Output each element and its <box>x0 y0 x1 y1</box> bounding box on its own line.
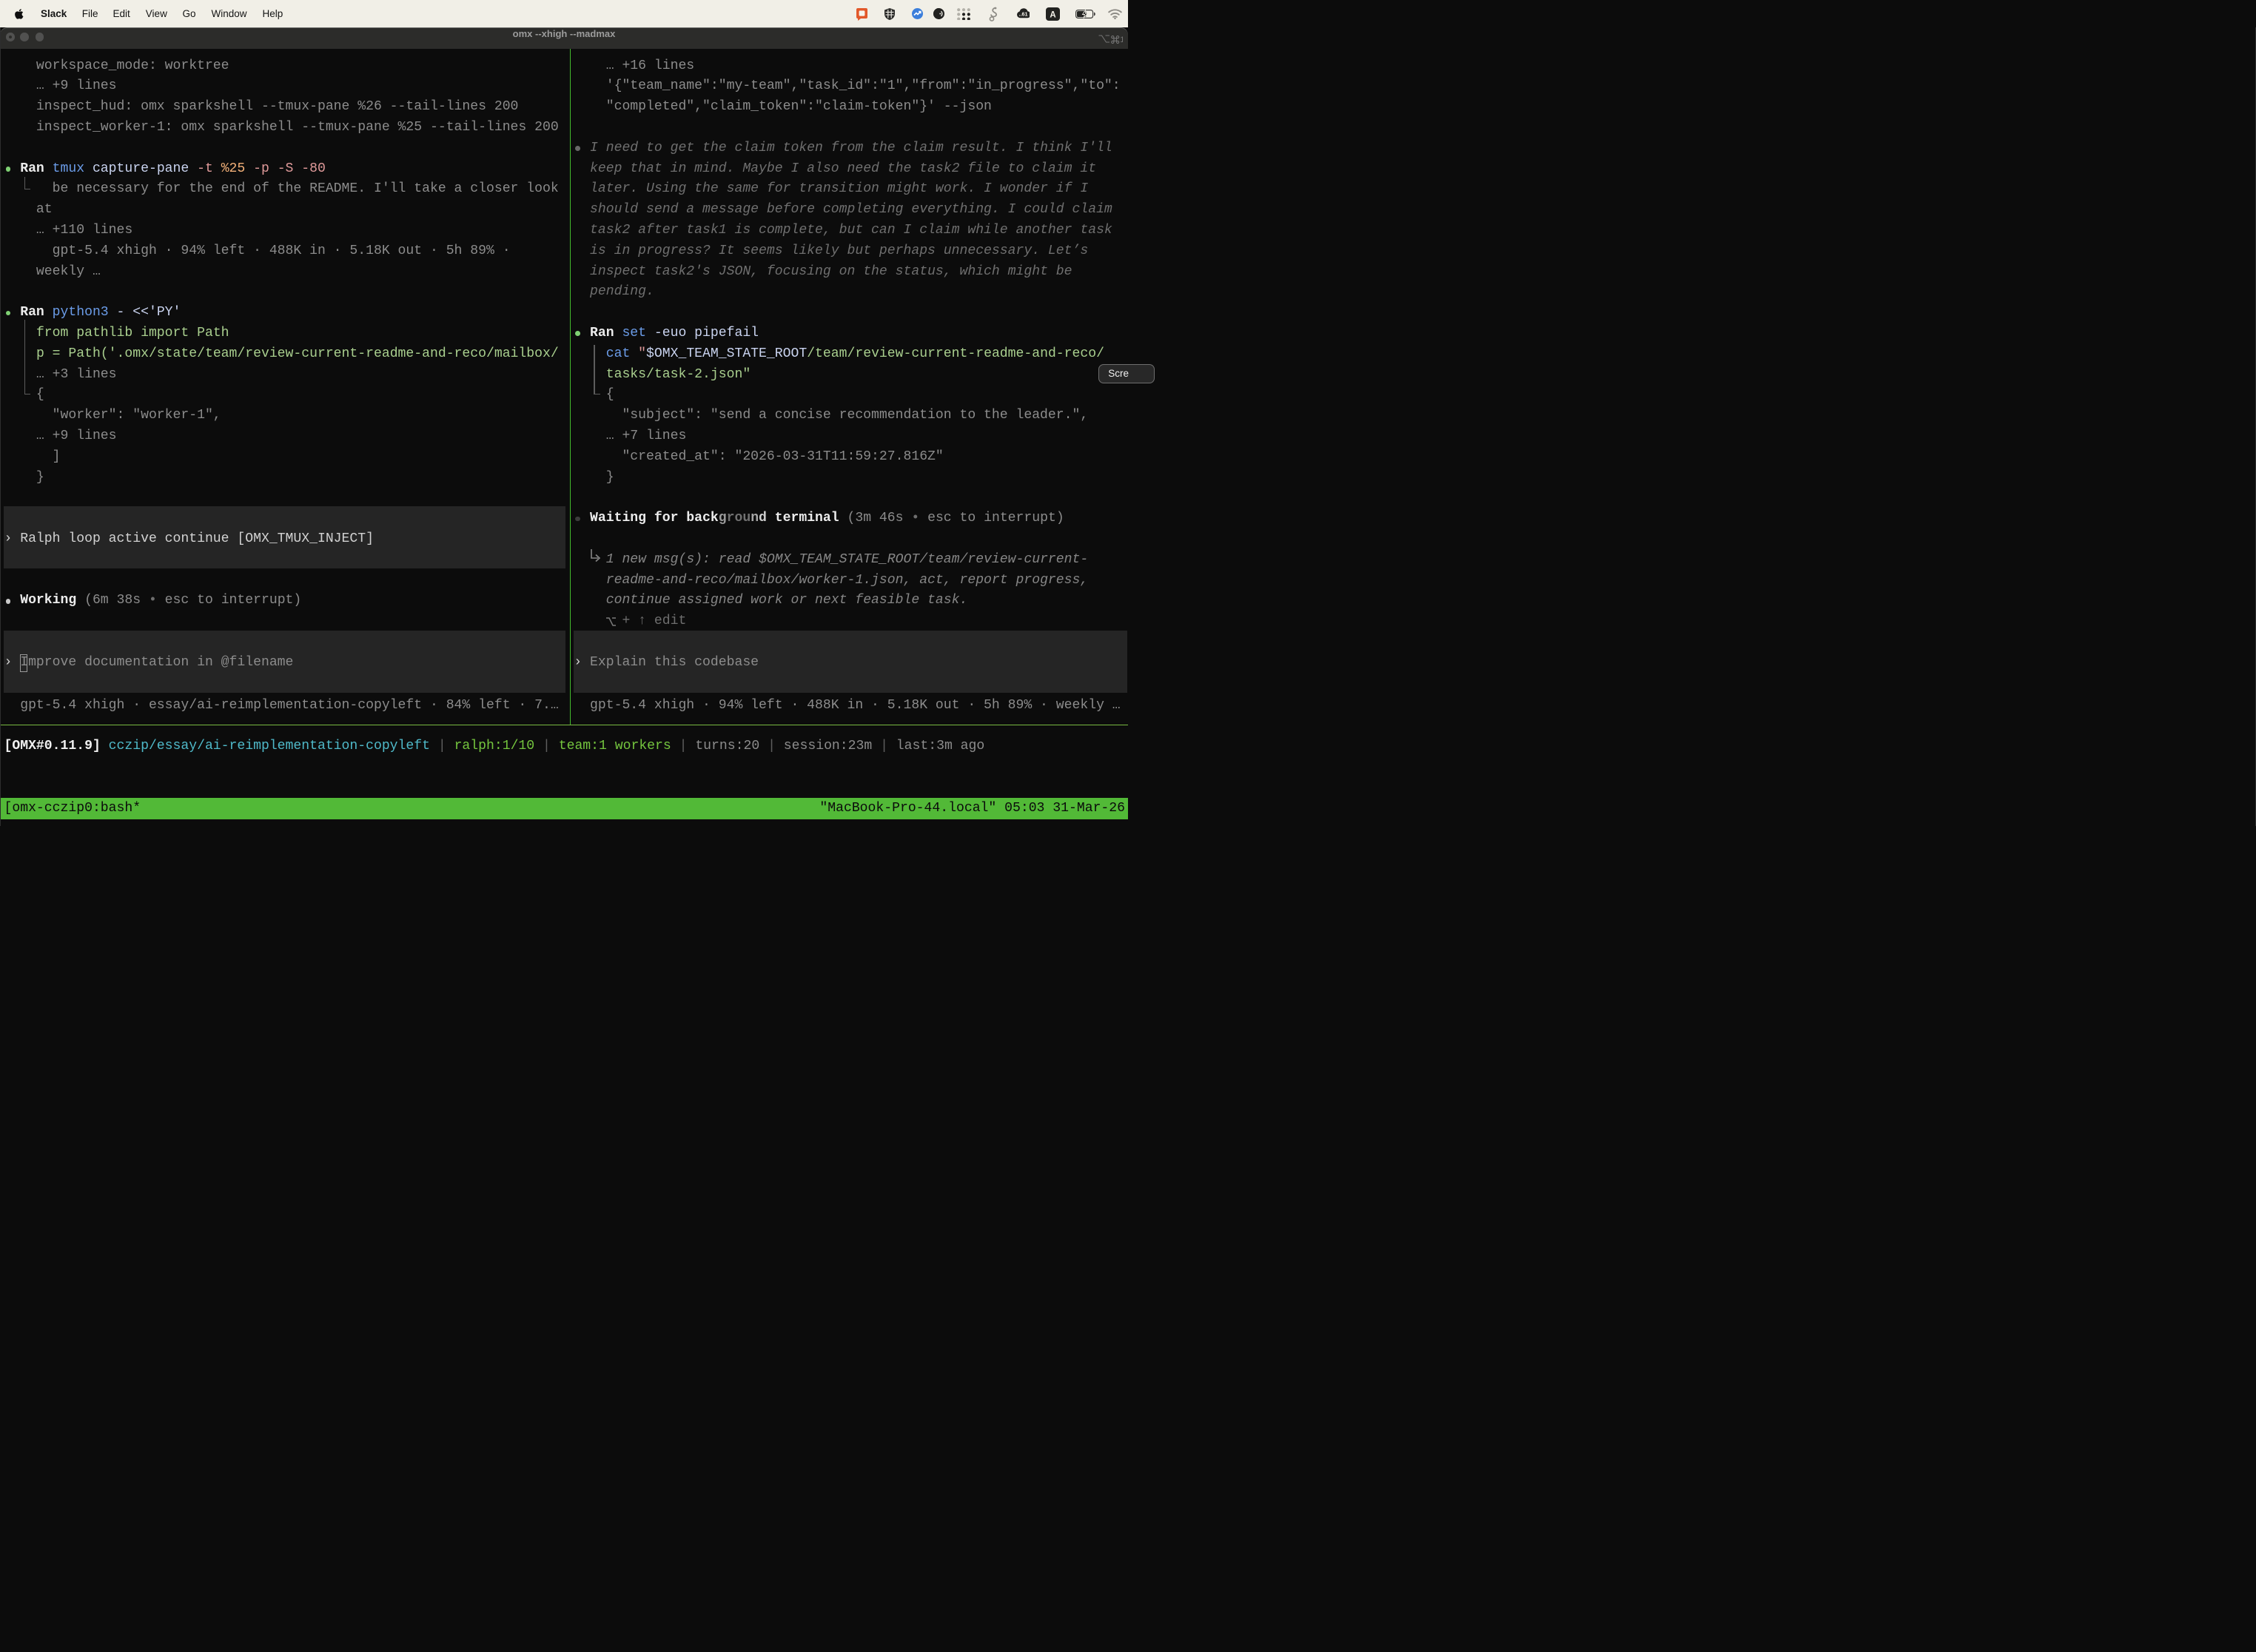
svg-text:..61: ..61 <box>1019 10 1028 17</box>
svg-text:1: 1 <box>1120 36 1123 44</box>
svg-text:A: A <box>1050 11 1055 20</box>
